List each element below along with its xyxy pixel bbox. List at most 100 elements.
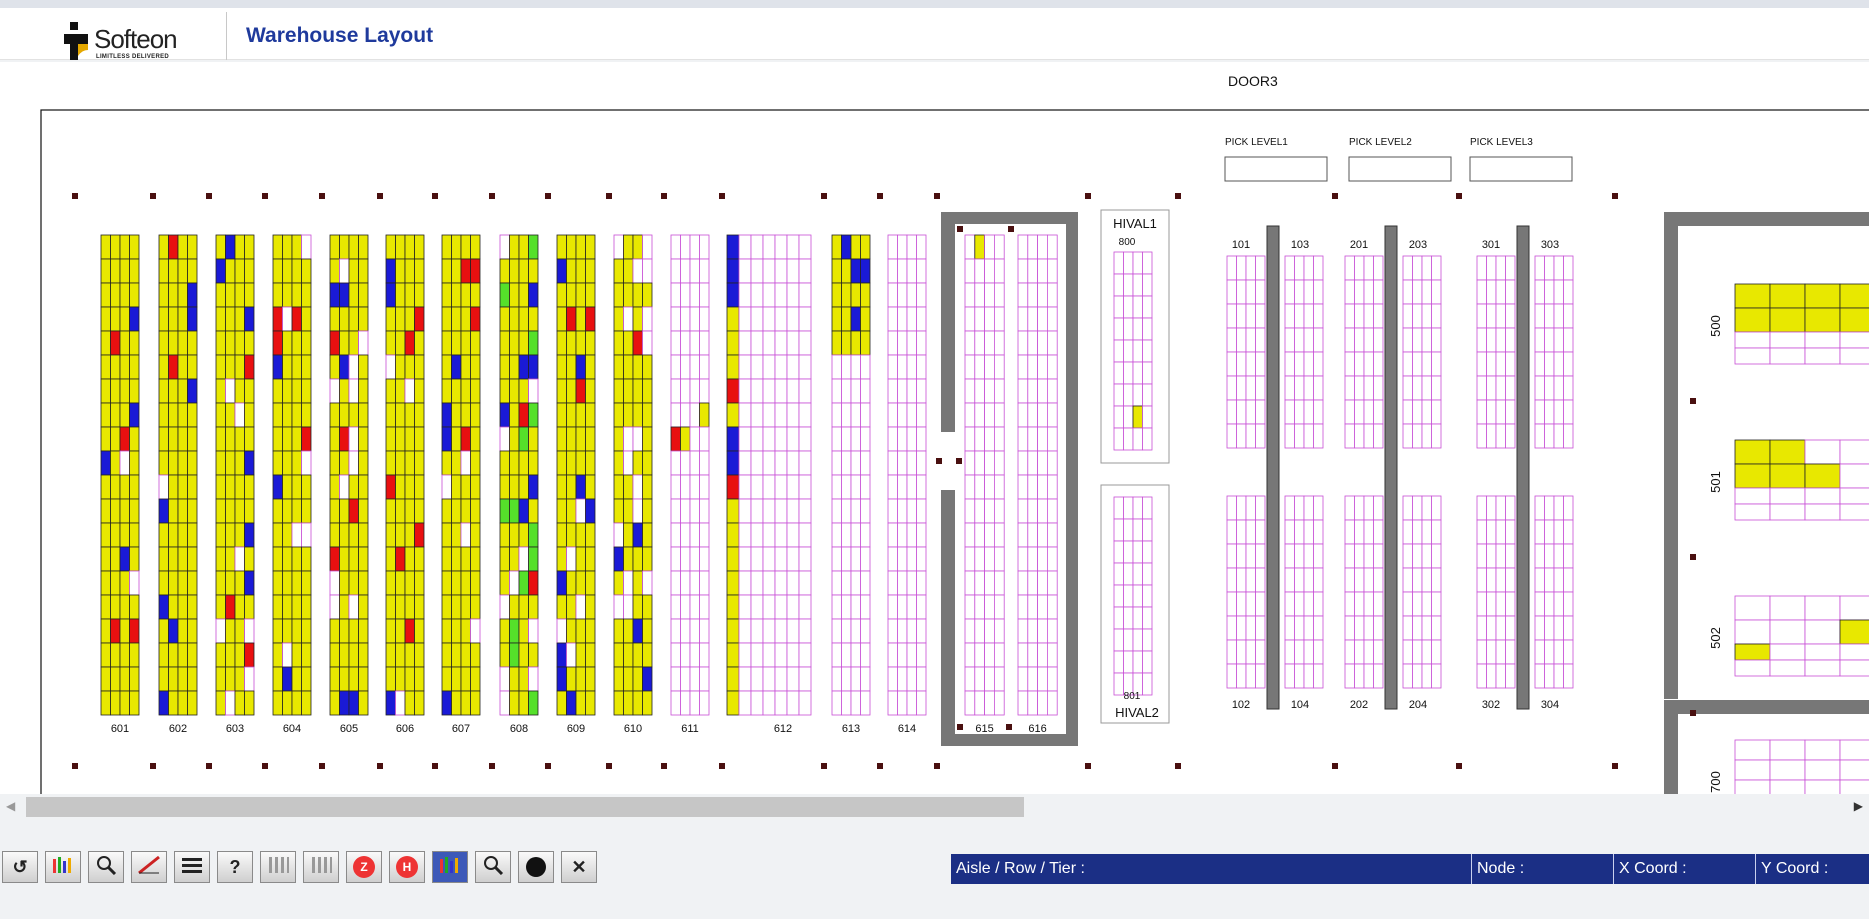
bin-cell[interactable]: [177, 282, 188, 308]
bin-cell[interactable]: [282, 498, 293, 524]
bin-cell[interactable]: [1113, 427, 1124, 451]
bin-cell[interactable]: [887, 282, 898, 308]
bin-cell[interactable]: [451, 450, 462, 476]
bin-cell[interactable]: [528, 570, 539, 596]
bin-cell[interactable]: [470, 306, 481, 332]
bin-cell[interactable]: [1839, 595, 1869, 621]
bin-cell[interactable]: [1313, 615, 1324, 641]
bin-cell[interactable]: [1734, 643, 1771, 661]
bin-cell[interactable]: [750, 234, 764, 260]
bin-cell[interactable]: [699, 234, 710, 260]
bin-cell[interactable]: [964, 234, 976, 260]
bin-cell[interactable]: [272, 282, 283, 308]
bin-cell[interactable]: [916, 642, 927, 668]
bin-cell[interactable]: [984, 258, 995, 284]
bin-cell[interactable]: [158, 546, 169, 572]
bin-cell[interactable]: [301, 690, 312, 716]
bin-cell[interactable]: [1769, 779, 1806, 794]
bin-cell[interactable]: [774, 330, 788, 356]
bin-cell[interactable]: [1486, 567, 1497, 593]
bin-cell[interactable]: [385, 306, 396, 332]
bin-cell[interactable]: [1226, 495, 1237, 521]
bin-cell[interactable]: [168, 690, 179, 716]
bin-cell[interactable]: [1226, 567, 1237, 593]
bin-cell[interactable]: [566, 690, 577, 716]
bin-cell[interactable]: [1142, 518, 1153, 542]
bin-cell[interactable]: [699, 498, 710, 524]
bin-cell[interactable]: [1553, 351, 1564, 377]
bin-cell[interactable]: [1132, 427, 1143, 451]
bin-cell[interactable]: [726, 282, 740, 308]
bin-cell[interactable]: [750, 426, 764, 452]
bin-cell[interactable]: [339, 498, 350, 524]
bin-cell[interactable]: [1037, 306, 1048, 332]
bin-cell[interactable]: [1505, 279, 1516, 305]
bin-cell[interactable]: [1544, 255, 1555, 281]
bin-cell[interactable]: [850, 522, 861, 548]
bin-cell[interactable]: [234, 354, 245, 380]
bin-cell[interactable]: [613, 450, 624, 476]
bin-cell[interactable]: [689, 570, 700, 596]
bin-cell[interactable]: [798, 450, 812, 476]
bin-cell[interactable]: [509, 546, 520, 572]
bin-cell[interactable]: [738, 426, 752, 452]
bin-cell[interactable]: [1284, 639, 1295, 665]
bin-cell[interactable]: [1303, 591, 1314, 617]
bin-cell[interactable]: [699, 690, 710, 716]
bin-cell[interactable]: [1255, 303, 1266, 329]
bin-cell[interactable]: [1047, 426, 1058, 452]
refresh-button[interactable]: ↺: [2, 851, 38, 883]
bin-cell[interactable]: [499, 378, 510, 404]
bin-cell[interactable]: [964, 378, 976, 404]
bin-cell[interactable]: [215, 618, 226, 644]
bin-cell[interactable]: [460, 450, 471, 476]
bin-cell[interactable]: [623, 378, 634, 404]
bin-cell[interactable]: [1421, 375, 1432, 401]
bin-cell[interactable]: [100, 450, 111, 476]
bin-cell[interactable]: [556, 642, 567, 668]
bin-cell[interactable]: [1236, 399, 1247, 425]
bin-cell[interactable]: [291, 330, 302, 356]
bin-cell[interactable]: [994, 690, 1005, 716]
bin-cell[interactable]: [670, 330, 681, 356]
bin-cell[interactable]: [339, 306, 350, 332]
bin-cell[interactable]: [1412, 399, 1423, 425]
bin-cell[interactable]: [100, 402, 111, 428]
bin-cell[interactable]: [642, 666, 653, 692]
bin-cell[interactable]: [916, 618, 927, 644]
bin-cell[interactable]: [1132, 317, 1143, 341]
bin-cell[interactable]: [187, 282, 198, 308]
bin-cell[interactable]: [566, 426, 577, 452]
bin-cell[interactable]: [850, 594, 861, 620]
bin-cell[interactable]: [670, 546, 681, 572]
bin-cell[interactable]: [1412, 375, 1423, 401]
bin-cell[interactable]: [1123, 295, 1134, 319]
pick-level-box[interactable]: [1469, 156, 1573, 182]
bin-cell[interactable]: [906, 666, 917, 692]
bin-cell[interactable]: [906, 402, 917, 428]
bin-cell[interactable]: [984, 642, 995, 668]
bin-cell[interactable]: [441, 258, 452, 284]
bin-cell[interactable]: [1363, 351, 1374, 377]
bin-cell[interactable]: [348, 234, 359, 260]
bin-cell[interactable]: [798, 594, 812, 620]
bin-cell[interactable]: [1245, 519, 1256, 545]
bin-cell[interactable]: [860, 378, 871, 404]
bin-cell[interactable]: [225, 258, 236, 284]
bin-cell[interactable]: [1354, 591, 1365, 617]
aisle-613[interactable]: 613: [831, 234, 871, 735]
bin-cell[interactable]: [1294, 303, 1305, 329]
bin-cell[interactable]: [348, 354, 359, 380]
bin-cell[interactable]: [234, 642, 245, 668]
bin-cell[interactable]: [1431, 375, 1442, 401]
bin-cell[interactable]: [699, 546, 710, 572]
bin-cell[interactable]: [1047, 498, 1058, 524]
bin-cell[interactable]: [1421, 279, 1432, 305]
bin-cell[interactable]: [726, 570, 740, 596]
bin-cell[interactable]: [1294, 375, 1305, 401]
bin-cell[interactable]: [575, 354, 586, 380]
bin-cell[interactable]: [395, 258, 406, 284]
bin-cell[interactable]: [1544, 543, 1555, 569]
bin-cell[interactable]: [1245, 255, 1256, 281]
bin-cell[interactable]: [887, 642, 898, 668]
